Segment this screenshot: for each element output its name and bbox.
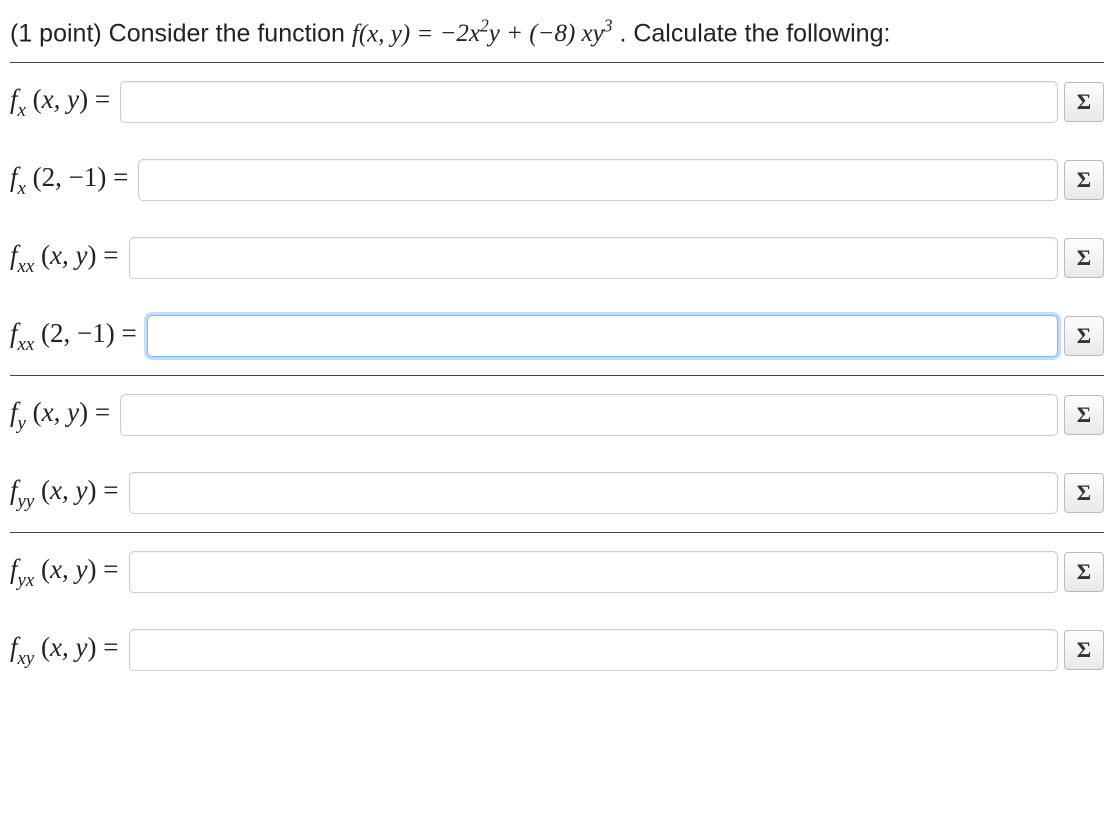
question-prompt: (1 point) Consider the function f(x, y) … — [10, 8, 1104, 63]
sigma-button-fyy-xy[interactable]: Σ — [1064, 473, 1104, 513]
answer-row-fyy-xy: fyy (x, y) = Σ — [10, 454, 1104, 533]
sigma-button-fx-2-neg1[interactable]: Σ — [1064, 160, 1104, 200]
answer-input-fyx-xy[interactable] — [129, 551, 1059, 593]
prompt-prefix: (1 point) Consider the function — [10, 19, 352, 47]
answer-input-fy-xy[interactable] — [120, 394, 1058, 436]
answer-row-fyx-xy: fyx (x, y) = Σ — [10, 533, 1104, 611]
label-fxx-xy: fxx (x, y) = — [10, 240, 129, 276]
label-fxx-2-neg1: fxx (2, −1) = — [10, 318, 147, 354]
answer-row-fx-2-neg1: fx (2, −1) = Σ — [10, 141, 1104, 219]
input-wrap-fx-xy: Σ — [120, 81, 1104, 123]
answer-input-fxy-xy[interactable] — [129, 629, 1059, 671]
sigma-button-fyx-xy[interactable]: Σ — [1064, 552, 1104, 592]
label-fx-2-neg1: fx (2, −1) = — [10, 162, 138, 198]
answer-row-fx-xy: fx (x, y) = Σ — [10, 63, 1104, 141]
func-rhs: −2x2y + (−8) xy3 — [440, 20, 613, 47]
input-wrap-fxx-xy: Σ — [129, 237, 1105, 279]
label-fyx-xy: fyx (x, y) = — [10, 554, 129, 590]
answer-row-fy-xy: fy (x, y) = Σ — [10, 376, 1104, 454]
label-fxy-xy: fxy (x, y) = — [10, 632, 129, 668]
answer-input-fxx-2-neg1[interactable] — [147, 315, 1058, 357]
sigma-button-fy-xy[interactable]: Σ — [1064, 395, 1104, 435]
sigma-button-fxx-xy[interactable]: Σ — [1064, 238, 1104, 278]
input-wrap-fyy-xy: Σ — [129, 472, 1105, 514]
answer-row-fxx-xy: fxx (x, y) = Σ — [10, 219, 1104, 297]
input-wrap-fyx-xy: Σ — [129, 551, 1105, 593]
input-wrap-fxy-xy: Σ — [129, 629, 1105, 671]
sigma-button-fxx-2-neg1[interactable]: Σ — [1064, 316, 1104, 356]
answer-row-fxy-xy: fxy (x, y) = Σ — [10, 611, 1104, 689]
prompt-suffix: . Calculate the following: — [619, 19, 890, 47]
label-fy-xy: fy (x, y) = — [10, 397, 120, 433]
answer-row-fxx-2-neg1: fxx (2, −1) = Σ — [10, 297, 1104, 376]
input-wrap-fx-2-neg1: Σ — [138, 159, 1104, 201]
input-wrap-fy-xy: Σ — [120, 394, 1104, 436]
answer-input-fx-xy[interactable] — [120, 81, 1058, 123]
sigma-button-fx-xy[interactable]: Σ — [1064, 82, 1104, 122]
sigma-button-fxy-xy[interactable]: Σ — [1064, 630, 1104, 670]
func-lhs: f(x, y) = — [352, 20, 440, 47]
label-fyy-xy: fyy (x, y) = — [10, 475, 129, 511]
answer-input-fx-2-neg1[interactable] — [138, 159, 1058, 201]
label-fx-xy: fx (x, y) = — [10, 84, 120, 120]
input-wrap-fxx-2-neg1: Σ — [147, 315, 1104, 357]
answer-input-fxx-xy[interactable] — [129, 237, 1059, 279]
answer-input-fyy-xy[interactable] — [129, 472, 1059, 514]
